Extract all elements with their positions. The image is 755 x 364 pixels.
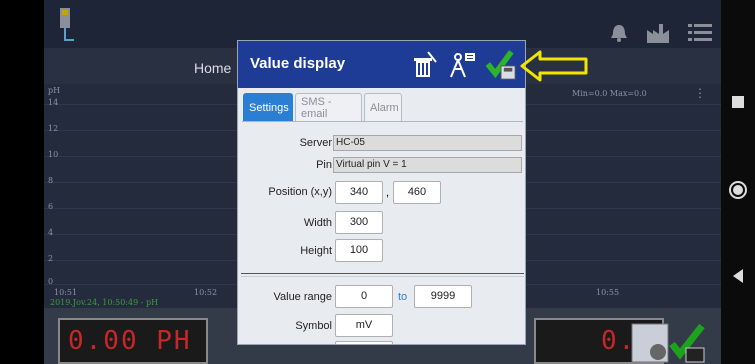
x-tick: 10:52: [194, 288, 218, 297]
height-label: Height: [300, 245, 332, 257]
value-range-label: Value range: [273, 291, 332, 303]
save-check-icon[interactable]: [485, 49, 517, 81]
height-input[interactable]: 100: [335, 239, 383, 262]
chart-more-icon[interactable]: ⋮: [694, 86, 706, 100]
next-input-partial[interactable]: [335, 341, 393, 344]
pin-label: Pin: [316, 159, 332, 171]
position-label: Position (x,y): [268, 186, 332, 198]
settings-check-icon[interactable]: [630, 320, 708, 364]
value-display-dialog: Value display Settings SMS - email Alarm…: [237, 40, 526, 345]
x-tick: 10:51: [54, 288, 78, 297]
y-tick: 8: [48, 176, 54, 185]
chart-legend: 2019.Jov.24, 10:50:49 - pH: [50, 298, 159, 307]
min-max-label: Min=0.0 Max=0.0: [572, 89, 647, 98]
tab-underline: [242, 121, 523, 122]
server-field: HC-05: [333, 135, 522, 151]
pin-field: Virtual pin V = 1: [333, 157, 522, 173]
y-tick: 2: [48, 254, 54, 263]
bell-icon[interactable]: [608, 22, 630, 44]
tab-settings[interactable]: Settings: [243, 93, 293, 121]
y-tick: 12: [48, 124, 59, 133]
delete-icon[interactable]: [408, 49, 440, 81]
system-nav-bar: [721, 0, 755, 364]
y-tick: 6: [48, 202, 54, 211]
section-divider-shadow: [241, 276, 524, 277]
home-tab-label[interactable]: Home: [194, 60, 231, 76]
home-icon[interactable]: [728, 180, 748, 200]
ph-display[interactable]: 0.00 PH: [58, 318, 208, 364]
y-tick: 14: [48, 98, 59, 107]
ph-display-value: 0.00 PH: [68, 326, 192, 356]
tab-sms-email[interactable]: SMS - email: [295, 93, 362, 121]
server-label: Server: [299, 137, 332, 149]
y-tick: 0: [48, 277, 54, 286]
y-tick: 10: [48, 150, 59, 159]
y-axis-title: pH: [48, 86, 61, 95]
range-max-input[interactable]: 9999: [414, 285, 472, 308]
back-icon[interactable]: [728, 266, 748, 286]
tab-alarm[interactable]: Alarm: [364, 93, 402, 121]
section-divider: [241, 273, 524, 274]
device-icon[interactable]: [56, 6, 74, 44]
range-min-input[interactable]: 0: [335, 285, 393, 308]
compass-icon[interactable]: [446, 49, 478, 81]
recents-icon[interactable]: [728, 92, 748, 112]
symbol-label: Symbol: [295, 320, 332, 332]
width-label: Width: [303, 217, 332, 229]
position-separator: ,: [386, 187, 390, 199]
position-x-input[interactable]: 340: [335, 181, 383, 204]
range-to-label: to: [398, 291, 408, 303]
pointer-arrow-icon: [520, 50, 588, 82]
width-input[interactable]: 300: [335, 211, 383, 234]
phone-screen: Home pH 14 12 10 8 6 4 2 0 10:51 10:52 1…: [0, 0, 755, 364]
dialog-title: Value display: [250, 55, 346, 72]
symbol-input[interactable]: mV: [335, 314, 393, 337]
left-bezel: [0, 0, 44, 364]
x-tick: 10:55: [596, 288, 620, 297]
position-y-input[interactable]: 460: [393, 181, 441, 204]
factory-icon[interactable]: [646, 22, 670, 44]
y-tick: 4: [48, 228, 54, 237]
dialog-header: Value display: [238, 41, 525, 88]
menu-icon[interactable]: [688, 22, 712, 44]
